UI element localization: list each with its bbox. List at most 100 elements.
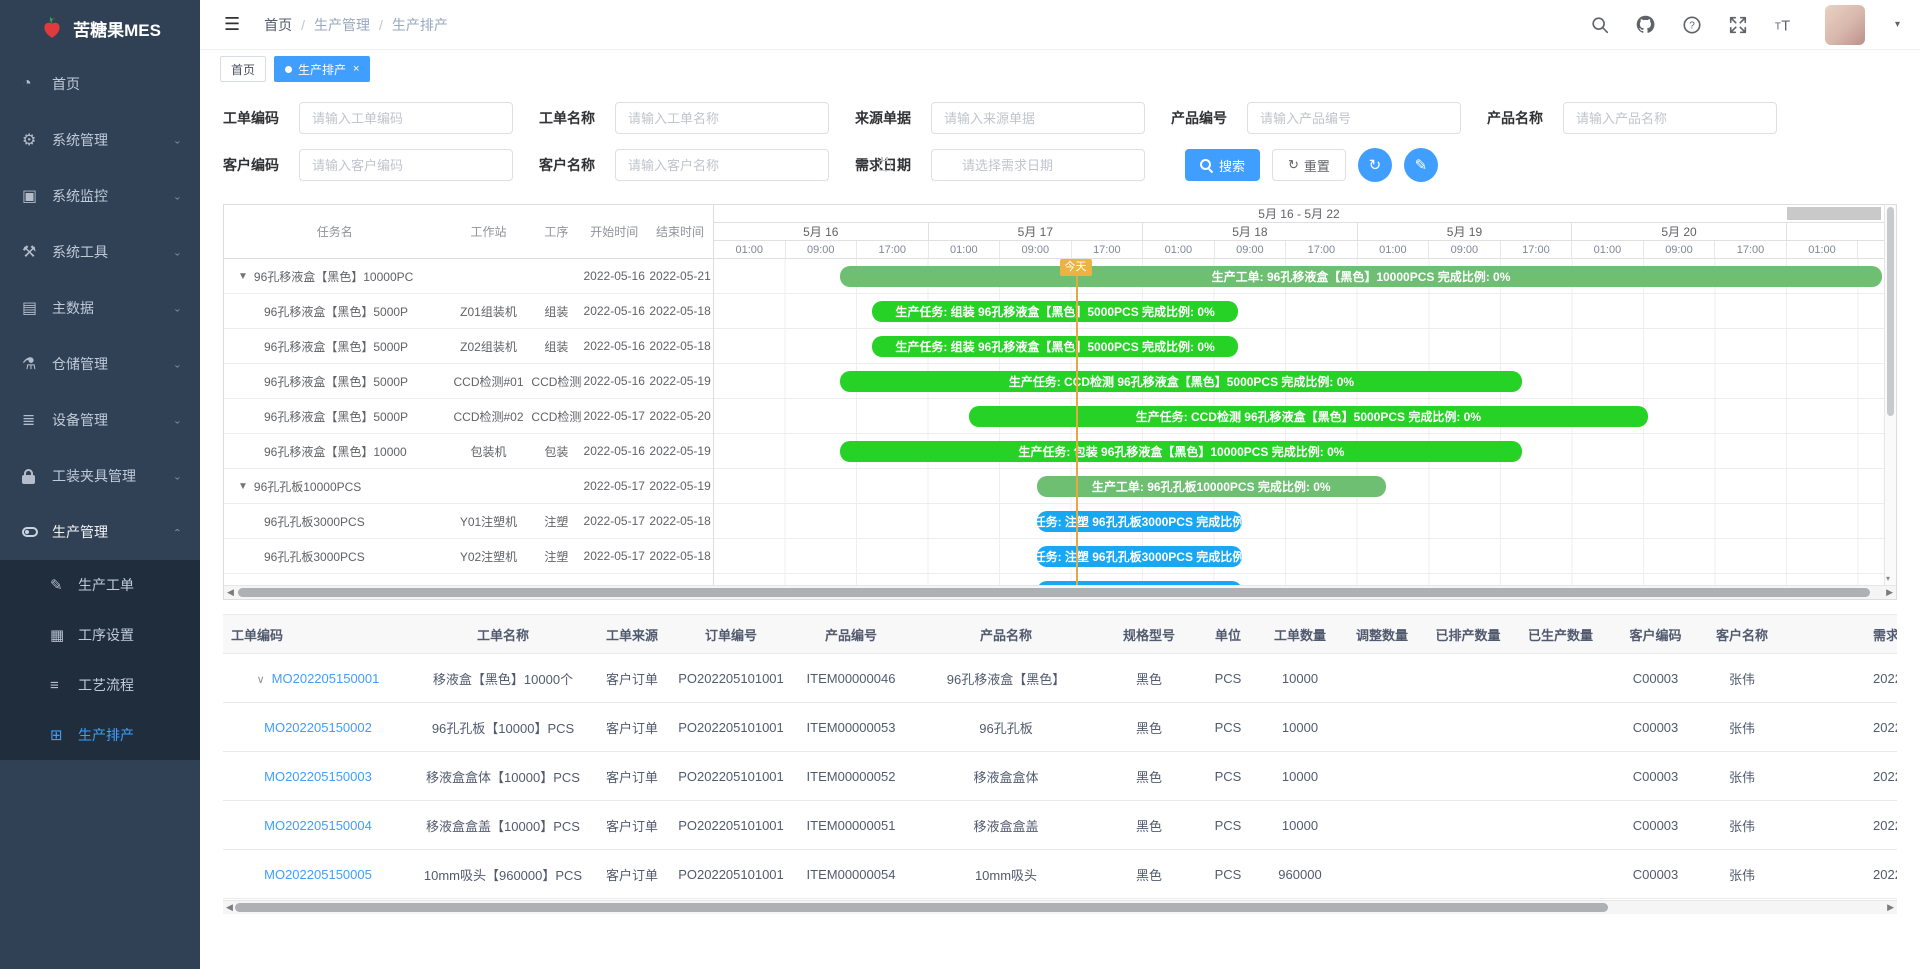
sidebar-item-process-flow[interactable]: ≡工艺流程 bbox=[0, 660, 200, 710]
tab-close-icon[interactable]: × bbox=[353, 63, 359, 75]
gantt-task-bar[interactable]: 生产任务: 组装 96孔移液盒【黑色】5000PCS 完成比例: 0% bbox=[872, 336, 1238, 357]
gantt-start-date: 2022-05-16 bbox=[581, 374, 647, 388]
table-row[interactable]: MO202205150003移液盒盒体【10000】PCS客户订单PO20220… bbox=[223, 752, 1897, 801]
toggle-glyph bbox=[22, 527, 38, 537]
work-order-link[interactable]: MO202205150003 bbox=[264, 769, 372, 784]
table-row[interactable]: MO20220515000296孔孔板【10000】PCS客户订单PO20220… bbox=[223, 703, 1897, 752]
gantt-grid-row[interactable]: 96孔孔板3000PCSY02注塑机注塑2022-05-172022-05-18 bbox=[224, 539, 713, 574]
breadcrumb-item[interactable]: 首页 bbox=[264, 15, 292, 35]
gantt-task-bar[interactable]: 生产任务: 包装 96孔移液盒【黑色】10000PCS 完成比例: 0% bbox=[840, 441, 1522, 462]
gantt-grid-row[interactable]: ▼96孔移液盒【黑色】10000PC2022-05-162022-05-21 bbox=[224, 259, 713, 294]
filter-field: 工单名称 bbox=[539, 102, 829, 134]
search-button[interactable]: 搜索 bbox=[1185, 149, 1260, 181]
tab-首页[interactable]: 首页 bbox=[220, 56, 266, 82]
sidebar-item-tools[interactable]: ⚒系统工具⌄ bbox=[0, 224, 200, 280]
scroll-right-arrow-icon[interactable]: ▶ bbox=[1887, 901, 1894, 914]
scroll-down-arrow-icon[interactable]: ▾ bbox=[1886, 574, 1890, 583]
tree-collapse-icon[interactable]: ▼ bbox=[238, 481, 248, 492]
gantt-grid-row[interactable]: 96孔移液盒【黑色】10000包装机包装2022-05-162022-05-19 bbox=[224, 434, 713, 469]
help-icon[interactable]: ? bbox=[1681, 14, 1703, 36]
font-size-icon[interactable]: TT bbox=[1773, 14, 1795, 36]
sidebar-item-work-order[interactable]: ✎生产工单 bbox=[0, 560, 200, 610]
gantt-task-bar[interactable]: 生产任务: 注塑 96孔孔板3000PCS 完成比例: 0% bbox=[1037, 511, 1242, 532]
text-input[interactable] bbox=[299, 149, 513, 181]
work-order-link[interactable]: MO202205150004 bbox=[264, 818, 372, 833]
refresh-gantt-button[interactable]: ↻ bbox=[1358, 148, 1392, 182]
table-row[interactable]: MO202205150004移液盒盒盖【10000】PCS客户订单PO20220… bbox=[223, 801, 1897, 850]
sidebar-item-home[interactable]: ◔首页 bbox=[0, 56, 200, 112]
gantt-range-label: 5月 16 - 5月 22 bbox=[1258, 205, 1339, 222]
gantt-vscroll-thumb[interactable] bbox=[1887, 207, 1894, 416]
table-hscroll-thumb[interactable] bbox=[235, 903, 1608, 912]
sidebar-item-monitor[interactable]: ▣系统监控⌄ bbox=[0, 168, 200, 224]
table-row[interactable]: MO20220515000510mm吸头【960000】PCS客户订单PO202… bbox=[223, 850, 1897, 899]
today-badge: 今天 bbox=[1060, 259, 1092, 276]
user-dropdown-caret-icon[interactable]: ▾ bbox=[1895, 19, 1900, 30]
gantt-day-cell: 5月 18 bbox=[1143, 223, 1358, 240]
collapse-sidebar-icon[interactable]: ☰ bbox=[214, 14, 250, 35]
gantt-task-name: ▼96孔移液盒【黑色】10000PC bbox=[224, 268, 446, 285]
gantt-process: CCD检测 bbox=[531, 373, 581, 390]
row-expand-icon[interactable]: ∨ bbox=[257, 674, 265, 686]
table-horizontal-scrollbar[interactable]: ◀ ▶ bbox=[223, 900, 1897, 914]
gantt-horizontal-scrollbar[interactable]: ◀ ▶ bbox=[224, 585, 1896, 599]
text-input[interactable] bbox=[1563, 102, 1777, 134]
gantt-task-bar[interactable]: 生产任务: CCD检测 96孔移液盒【黑色】5000PCS 完成比例: 0% bbox=[840, 371, 1522, 392]
sidebar-menu: ◔首页⚙系统管理⌄▣系统监控⌄⚒系统工具⌄▤主数据⌄⚗仓储管理⌄≣设备管理⌄工装… bbox=[0, 56, 200, 760]
gantt-grid-row[interactable]: 96孔孔板3000PCSY01注塑机注塑2022-05-172022-05-18 bbox=[224, 504, 713, 539]
edit-square-icon: ✎ bbox=[50, 576, 72, 594]
text-input[interactable] bbox=[615, 102, 829, 134]
table-row[interactable]: ∨MO202205150001移液盒【黑色】10000个客户订单PO202205… bbox=[223, 654, 1897, 703]
sidebar-item-scheduling[interactable]: ⊞生产排产 bbox=[0, 710, 200, 760]
text-input[interactable] bbox=[299, 102, 513, 134]
gantt-task-bar[interactable]: 生产任务: 组装 96孔移液盒【黑色】5000PCS 完成比例: 0% bbox=[872, 301, 1238, 322]
gantt-task-bar[interactable]: 生产任务: CCD检测 96孔移液盒【黑色】5000PCS 完成比例: 0% bbox=[969, 406, 1648, 427]
tree-collapse-icon[interactable]: ▼ bbox=[238, 271, 248, 282]
reset-button[interactable]: ↻ 重置 bbox=[1272, 149, 1346, 181]
gantt-task-bar[interactable]: 生产任务: 注塑 96孔孔板3000PCS 完成比例: 0% bbox=[1037, 546, 1242, 567]
filter-label: 产品编号 bbox=[1171, 108, 1233, 128]
scroll-right-arrow-icon[interactable]: ▶ bbox=[1886, 586, 1893, 599]
gantt-workorder-bar[interactable]: 生产工单: 96孔孔板10000PCS 完成比例: 0% bbox=[1037, 476, 1386, 497]
text-input[interactable] bbox=[1247, 102, 1461, 134]
table-cell-order_no: PO202205101001 bbox=[671, 671, 791, 686]
work-order-link[interactable]: MO202205150002 bbox=[264, 720, 372, 735]
gantt-grid-row[interactable]: 96孔移液盒【黑色】5000PCCD检测#02CCD检测2022-05-1720… bbox=[224, 399, 713, 434]
gantt-grid-row[interactable]: 96孔移液盒【黑色】5000PCCD检测#01CCD检测2022-05-1620… bbox=[224, 364, 713, 399]
gantt-workstation: Z01组装机 bbox=[446, 303, 532, 320]
gantt-workorder-bar[interactable]: 生产工单: 96孔移液盒【黑色】10000PCS 完成比例: 0% bbox=[840, 266, 1881, 287]
sidebar-item-label: 工装夹具管理 bbox=[52, 466, 173, 486]
gantt-grid-header: 任务名工作站工序开始时间结束时间 bbox=[224, 205, 713, 259]
gantt-grid-row[interactable]: ▼96孔孔板10000PCS2022-05-172022-05-19 bbox=[224, 469, 713, 504]
edit-schedule-button[interactable]: ✎ bbox=[1404, 148, 1438, 182]
text-input[interactable] bbox=[931, 102, 1145, 134]
gantt-grid-row[interactable]: 96孔移液盒【黑色】5000PZ01组装机组装2022-05-162022-05… bbox=[224, 294, 713, 329]
lock-icon bbox=[22, 468, 46, 484]
gantt-vertical-scrollbar[interactable]: ▾ bbox=[1884, 205, 1896, 585]
sidebar-item-production[interactable]: 生产管理⌃ bbox=[0, 504, 200, 560]
fullscreen-icon[interactable] bbox=[1727, 14, 1749, 36]
gantt-grid-row[interactable]: 96孔孔板3000PCSY03注塑机注塑2022-05-172022-05-18 bbox=[224, 574, 713, 585]
github-icon[interactable] bbox=[1635, 14, 1657, 36]
sidebar-item-warehouse[interactable]: ⚗仓储管理⌄ bbox=[0, 336, 200, 392]
scroll-left-arrow-icon[interactable]: ◀ bbox=[226, 901, 233, 914]
sidebar-item-system[interactable]: ⚙系统管理⌄ bbox=[0, 112, 200, 168]
date-input[interactable] bbox=[931, 149, 1145, 181]
breadcrumb-item[interactable]: 生产排产 bbox=[392, 15, 448, 35]
sidebar-item-process-settings[interactable]: ▦工序设置 bbox=[0, 610, 200, 660]
sidebar-item-fixture[interactable]: 工装夹具管理⌄ bbox=[0, 448, 200, 504]
search-icon[interactable] bbox=[1589, 14, 1611, 36]
task-name-text: 96孔移液盒【黑色】5000P bbox=[264, 373, 408, 390]
gantt-hscroll-thumb[interactable] bbox=[238, 588, 1870, 597]
work-order-link[interactable]: MO202205150005 bbox=[264, 867, 372, 882]
sidebar-item-masterdata[interactable]: ▤主数据⌄ bbox=[0, 280, 200, 336]
tab-生产排产[interactable]: 生产排产× bbox=[274, 56, 370, 82]
text-input[interactable] bbox=[615, 149, 829, 181]
scroll-left-arrow-icon[interactable]: ◀ bbox=[227, 586, 234, 599]
user-avatar[interactable] bbox=[1825, 5, 1865, 45]
gantt-range-scroll-block[interactable] bbox=[1787, 207, 1881, 220]
sidebar-item-equipment[interactable]: ≣设备管理⌄ bbox=[0, 392, 200, 448]
breadcrumb-item[interactable]: 生产管理 bbox=[314, 15, 370, 35]
gantt-grid-row[interactable]: 96孔移液盒【黑色】5000PZ02组装机组装2022-05-162022-05… bbox=[224, 329, 713, 364]
work-order-link[interactable]: MO202205150001 bbox=[272, 671, 380, 686]
